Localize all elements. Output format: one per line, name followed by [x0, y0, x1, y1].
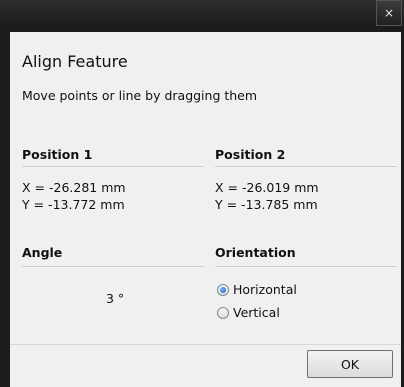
position-1-heading: Position 1	[22, 147, 93, 162]
angle-heading: Angle	[22, 245, 63, 260]
orientation-horizontal-radio[interactable]: Horizontal	[217, 282, 297, 297]
position-1-x-value: X = -26.281 mm	[22, 180, 126, 195]
close-icon[interactable]: ×	[384, 6, 394, 20]
angle-divider	[22, 266, 204, 267]
orientation-vertical-radio[interactable]: Vertical	[217, 305, 280, 320]
radio-unselected-icon[interactable]	[217, 306, 229, 319]
position-2-x-value: X = -26.019 mm	[215, 180, 319, 195]
radio-selected-icon[interactable]	[217, 283, 229, 296]
position-2-divider	[215, 166, 397, 167]
position-1-divider	[22, 166, 204, 167]
dialog-instructions: Move points or line by dragging them	[22, 88, 258, 103]
dialog-title: Align Feature	[22, 52, 128, 71]
angle-value: 3 °	[106, 291, 125, 306]
window-titlebar[interactable]: ×	[0, 0, 404, 28]
dialog-client-area: Align Feature Move points or line by dra…	[10, 32, 401, 387]
orientation-horizontal-label[interactable]: Horizontal	[233, 282, 297, 297]
orientation-heading: Orientation	[215, 245, 296, 260]
position-2-heading: Position 2	[215, 147, 286, 162]
ok-button[interactable]: OK	[307, 350, 393, 378]
footer-divider	[10, 344, 401, 345]
position-1-y-value: Y = -13.772 mm	[22, 197, 125, 212]
position-2-y-value: Y = -13.785 mm	[215, 197, 318, 212]
orientation-vertical-label[interactable]: Vertical	[233, 305, 280, 320]
orientation-divider	[215, 266, 397, 267]
close-button[interactable]: ×	[376, 0, 402, 26]
